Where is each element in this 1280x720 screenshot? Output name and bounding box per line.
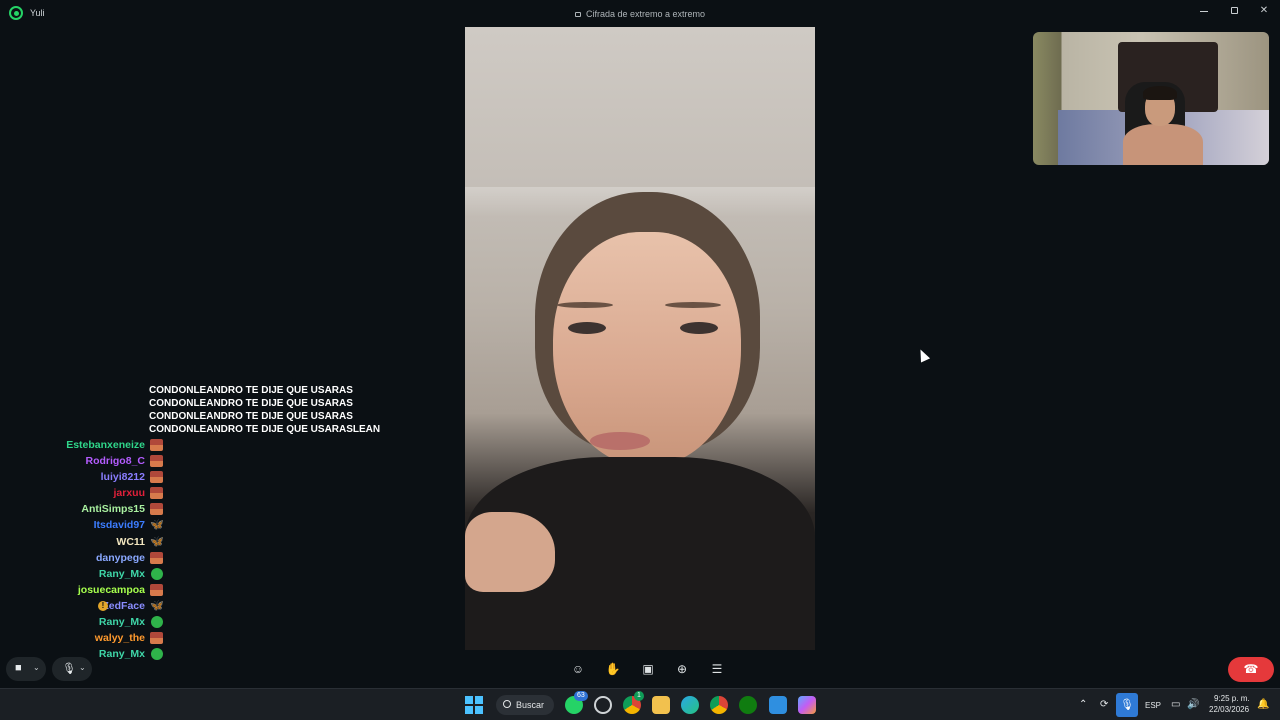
more-button[interactable]: ☰ — [707, 660, 727, 678]
file-explorer-icon[interactable] — [652, 696, 670, 714]
flag-badge-icon — [150, 471, 163, 484]
chat-user-row: Rany_Mx — [20, 614, 165, 630]
chat-user-row: luiyi8212 — [20, 469, 165, 485]
chat-username: ZedFace — [102, 599, 145, 612]
chevron-down-icon[interactable]: ⌄ — [33, 663, 40, 672]
chat-user-row: ZedFace! 🦋 — [20, 598, 165, 614]
chat-user-list: Estebanxeneize Rodrigo8_C luiyi8212 jarxuu A… — [20, 437, 165, 662]
hand-icon: ✋ — [605, 662, 621, 676]
smile-badge-icon — [151, 616, 163, 629]
chat-message: CONDONLEANDRO TE DIJE QUE USARAS — [149, 385, 353, 396]
chat-user-row: walyy_the — [20, 630, 165, 646]
chat-user-row: jarxuu — [20, 485, 165, 501]
self-video-preview[interactable] — [1033, 32, 1269, 165]
sync-icon[interactable]: ⟳ — [1100, 699, 1108, 710]
maximize-button[interactable] — [1227, 4, 1241, 18]
chat-username: josuecampoa — [77, 583, 145, 596]
clock-date[interactable]: 22/03/2026 — [1209, 705, 1249, 714]
clock-time[interactable]: 9:25 p. m. — [1214, 694, 1250, 703]
chat-username: WC11 — [116, 535, 145, 548]
video-camera-icon: ■ — [15, 662, 22, 674]
add-person-icon: ⊕ — [676, 662, 688, 676]
add-participant-button[interactable]: ⊕ — [672, 660, 692, 678]
emoji-icon: ☺ — [571, 662, 585, 676]
chat-message: CONDONLEANDRO TE DIJE QUE USARASLEAN — [149, 424, 381, 435]
minimize-button[interactable] — [1197, 4, 1211, 18]
xbox-icon[interactable] — [739, 696, 757, 714]
chat-user-row: AntiSimps15 — [20, 501, 165, 517]
mouse-cursor-icon — [915, 347, 931, 363]
language-indicator[interactable]: ESP — [1145, 701, 1161, 710]
flag-badge-icon — [150, 583, 163, 596]
taskbar: Buscar 63 1 ⌃ ⟳ 🎙 ESP ▭ 🔊 9:25 p. m. 22/… — [0, 688, 1280, 720]
chat-username: Rany_Mx — [98, 616, 145, 629]
chrome-badge: 1 — [634, 691, 644, 701]
notifications-icon[interactable]: 🔔 — [1257, 699, 1269, 710]
chat-username: danypege — [95, 551, 145, 564]
chat-user-row: Rany_Mx — [20, 566, 165, 582]
chevron-down-icon[interactable]: ⌄ — [79, 663, 86, 672]
chat-message: CONDONLEANDRO TE DIJE QUE USARAS — [149, 398, 353, 409]
chat-user-row: Estebanxeneize — [20, 437, 165, 453]
chat-user-row: Rodrigo8_C — [20, 453, 165, 469]
threads-icon[interactable] — [594, 696, 612, 714]
camera-toggle[interactable]: ■ ⌄ — [6, 657, 46, 681]
copilot-icon[interactable] — [798, 696, 816, 714]
chat-username: Itsdavid97 — [93, 519, 145, 532]
edge-icon[interactable] — [681, 696, 699, 714]
photos-icon[interactable] — [769, 696, 787, 714]
microphone-toggle[interactable]: 🎙 ⌄ — [52, 657, 92, 681]
flag-badge-icon — [150, 632, 163, 645]
share-screen-button[interactable]: ▣ — [638, 660, 658, 678]
end-call-button[interactable]: ☎ — [1228, 657, 1274, 682]
flag-badge-icon — [150, 455, 163, 468]
chrome-icon[interactable] — [710, 696, 728, 714]
chat-user-row: josuecampoa — [20, 582, 165, 598]
encryption-text: Cifrada de extremo a extremo — [585, 9, 706, 19]
hang-up-icon: ☎ — [1243, 662, 1259, 676]
chevron-up-icon[interactable]: ⌃ — [1079, 699, 1087, 710]
chat-username: Rany_Mx — [98, 567, 145, 580]
butterfly-badge-icon: 🦋 — [150, 599, 164, 612]
chat-message: CONDONLEANDRO TE DIJE QUE USARAS — [149, 411, 353, 422]
raise-hand-button[interactable]: ✋ — [603, 660, 623, 678]
react-button[interactable]: ☺ — [568, 660, 588, 678]
chat-username: Estebanxeneize — [66, 439, 145, 451]
chat-user-row: danypege — [20, 550, 165, 566]
chat-user-row: Itsdavid97 🦋 — [20, 517, 165, 533]
smile-badge-icon — [151, 567, 163, 580]
taskbar-search[interactable]: Buscar — [496, 695, 554, 715]
chat-username: walyy_the — [94, 632, 145, 645]
microphone-icon: 🎙 — [62, 663, 76, 675]
flag-badge-icon — [150, 439, 163, 451]
search-icon — [503, 700, 511, 708]
title-bar: Yuli Cifrada de extremo a extremo ✕ — [0, 0, 1280, 26]
chat-username: AntiSimps15 — [81, 503, 145, 516]
remote-video — [465, 27, 815, 650]
chat-username: jarxuu — [113, 487, 145, 500]
network-icon[interactable]: ▭ — [1171, 699, 1180, 710]
search-label: Buscar — [516, 700, 545, 710]
flag-badge-icon — [150, 551, 163, 564]
volume-icon[interactable]: 🔊 — [1187, 699, 1199, 710]
chat-user-row: WC11 🦋 — [20, 534, 165, 550]
start-button[interactable] — [465, 696, 483, 714]
chat-username: Rodrigo8_C — [85, 455, 145, 468]
chat-username: luiyi8212 — [100, 471, 145, 484]
flag-badge-icon — [150, 487, 163, 500]
butterfly-badge-icon: 🦋 — [150, 535, 164, 548]
smile-badge-icon — [151, 648, 163, 661]
encryption-notice: Cifrada de extremo a extremo — [0, 9, 1280, 19]
close-button[interactable]: ✕ — [1257, 4, 1271, 18]
flag-badge-icon — [150, 503, 163, 516]
butterfly-badge-icon: 🦋 — [150, 519, 164, 532]
lock-icon — [574, 12, 581, 17]
more-icon: ☰ — [711, 662, 723, 676]
chat-username: Rany_Mx — [98, 648, 145, 661]
microphone-in-use-icon[interactable]: 🎙 — [1116, 693, 1138, 717]
share-screen-icon: ▣ — [642, 662, 654, 676]
whatsapp-unread-badge: 63 — [574, 691, 588, 701]
warning-icon: ! — [98, 600, 108, 611]
